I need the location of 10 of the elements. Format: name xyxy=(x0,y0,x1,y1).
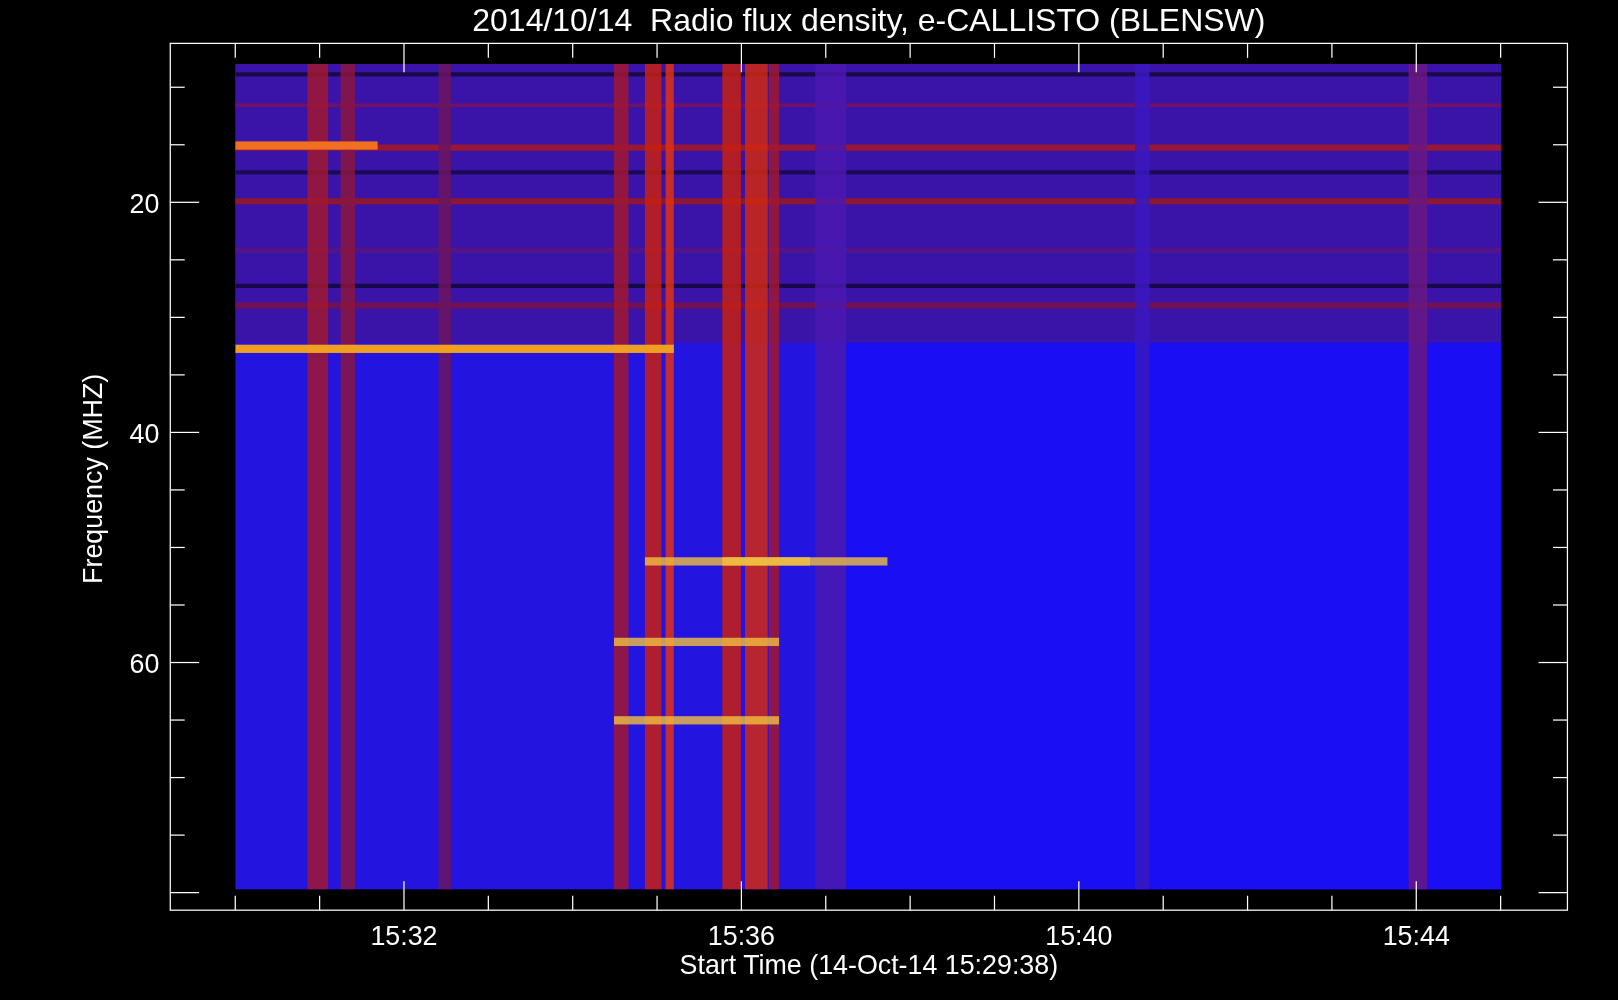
y-axis-label: Frequency (MHZ) xyxy=(78,373,109,584)
x-tick-label: 15:44 xyxy=(1382,921,1450,952)
x-tick-label: 15:40 xyxy=(1045,921,1113,952)
x-axis-label: Start Time (14-Oct-14 15:29:38) xyxy=(679,950,1059,981)
y-tick-label: 40 xyxy=(129,418,160,449)
x-tick-label: 15:32 xyxy=(370,921,438,952)
y-tick-label: 20 xyxy=(129,188,160,219)
chart-title: 2014/10/14 Radio flux density, e-CALLISTO (BLENSW) xyxy=(472,2,1266,38)
y-tick-label: 60 xyxy=(129,648,160,679)
x-tick-label: 15:36 xyxy=(707,921,775,952)
